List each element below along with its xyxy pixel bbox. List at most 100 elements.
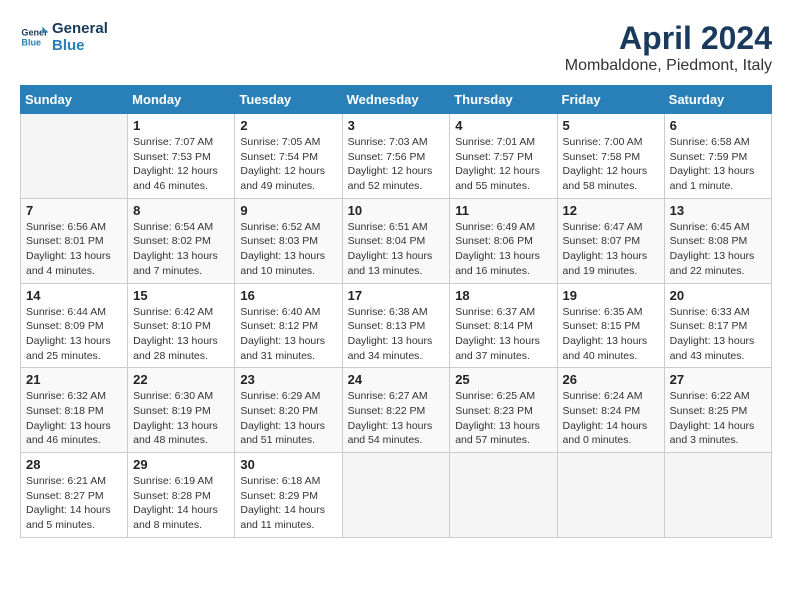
logo-blue: Blue: [52, 37, 108, 54]
day-info: Sunrise: 6:27 AMSunset: 8:22 PMDaylight:…: [348, 389, 445, 448]
calendar-cell: 20Sunrise: 6:33 AMSunset: 8:17 PMDayligh…: [664, 283, 771, 368]
day-number: 1: [133, 118, 229, 133]
logo-icon: General Blue: [20, 23, 48, 51]
day-info: Sunrise: 6:58 AMSunset: 7:59 PMDaylight:…: [670, 135, 766, 194]
day-info: Sunrise: 7:00 AMSunset: 7:58 PMDaylight:…: [563, 135, 659, 194]
day-info: Sunrise: 6:51 AMSunset: 8:04 PMDaylight:…: [348, 220, 445, 279]
header: General Blue General Blue April 2024 Mom…: [20, 20, 772, 75]
calendar-cell: 7 Sunrise: 6:56 AMSunset: 8:01 PMDaylight…: [21, 198, 128, 283]
calendar-cell: 1 Sunrise: 7:07 AMSunset: 7:53 PMDaylight…: [128, 114, 235, 199]
day-number: 26: [563, 372, 659, 387]
day-number: 30: [240, 457, 336, 472]
calendar-cell: 18 Sunrise: 6:37 AMSunset: 8:14 PMDayligh…: [450, 283, 557, 368]
col-header-friday: Friday: [557, 86, 664, 114]
location: Mombaldone, Piedmont, Italy: [565, 57, 772, 75]
calendar-cell: 26Sunrise: 6:24 AMSunset: 8:24 PMDayligh…: [557, 368, 664, 453]
calendar-cell: 30Sunrise: 6:18 AMSunset: 8:29 PMDayligh…: [235, 453, 342, 538]
day-number: 24: [348, 372, 445, 387]
calendar-cell: 13 Sunrise: 6:45 AMSunset: 8:08 PMDayligh…: [664, 198, 771, 283]
day-number: 4: [455, 118, 551, 133]
calendar-cell: 3 Sunrise: 7:03 AMSunset: 7:56 PMDaylight…: [342, 114, 450, 199]
day-info: Sunrise: 6:38 AMSunset: 8:13 PMDaylight:…: [348, 305, 445, 364]
calendar-cell: 5 Sunrise: 7:00 AMSunset: 7:58 PMDaylight…: [557, 114, 664, 199]
day-number: 18: [455, 288, 551, 303]
calendar-cell: 6 Sunrise: 6:58 AMSunset: 7:59 PMDaylight…: [664, 114, 771, 199]
day-info: Sunrise: 6:56 AMSunset: 8:01 PMDaylight:…: [26, 220, 122, 279]
day-number: 2: [240, 118, 336, 133]
month-title: April 2024: [565, 20, 772, 57]
col-header-sunday: Sunday: [21, 86, 128, 114]
day-number: 25: [455, 372, 551, 387]
col-header-tuesday: Tuesday: [235, 86, 342, 114]
day-info: Sunrise: 6:40 AMSunset: 8:12 PMDaylight:…: [240, 305, 336, 364]
day-number: 27: [670, 372, 766, 387]
calendar-cell: 12 Sunrise: 6:47 AMSunset: 8:07 PMDayligh…: [557, 198, 664, 283]
calendar-cell: 4 Sunrise: 7:01 AMSunset: 7:57 PMDaylight…: [450, 114, 557, 199]
day-number: 22: [133, 372, 229, 387]
day-number: 5: [563, 118, 659, 133]
calendar-cell: 23Sunrise: 6:29 AMSunset: 8:20 PMDayligh…: [235, 368, 342, 453]
calendar-cell: 11Sunrise: 6:49 AMSunset: 8:06 PMDayligh…: [450, 198, 557, 283]
col-header-saturday: Saturday: [664, 86, 771, 114]
day-info: Sunrise: 6:42 AMSunset: 8:10 PMDaylight:…: [133, 305, 229, 364]
day-info: Sunrise: 6:19 AMSunset: 8:28 PMDaylight:…: [133, 474, 229, 533]
calendar-cell: [21, 114, 128, 199]
calendar-cell: [342, 453, 450, 538]
calendar-cell: [557, 453, 664, 538]
day-info: Sunrise: 6:54 AMSunset: 8:02 PMDaylight:…: [133, 220, 229, 279]
calendar-cell: 25 Sunrise: 6:25 AMSunset: 8:23 PMDayligh…: [450, 368, 557, 453]
day-number: 6: [670, 118, 766, 133]
day-number: 15: [133, 288, 229, 303]
calendar-cell: 24 Sunrise: 6:27 AMSunset: 8:22 PMDayligh…: [342, 368, 450, 453]
week-row-1: 1 Sunrise: 7:07 AMSunset: 7:53 PMDaylight…: [21, 114, 772, 199]
calendar-cell: 29Sunrise: 6:19 AMSunset: 8:28 PMDayligh…: [128, 453, 235, 538]
calendar-cell: [450, 453, 557, 538]
calendar-cell: 15 Sunrise: 6:42 AMSunset: 8:10 PMDayligh…: [128, 283, 235, 368]
day-info: Sunrise: 6:49 AMSunset: 8:06 PMDaylight:…: [455, 220, 551, 279]
day-info: Sunrise: 6:30 AMSunset: 8:19 PMDaylight:…: [133, 389, 229, 448]
day-info: Sunrise: 6:45 AMSunset: 8:08 PMDaylight:…: [670, 220, 766, 279]
day-info: Sunrise: 6:35 AMSunset: 8:15 PMDaylight:…: [563, 305, 659, 364]
week-row-4: 21 Sunrise: 6:32 AMSunset: 8:18 PMDayligh…: [21, 368, 772, 453]
week-row-3: 14 Sunrise: 6:44 AMSunset: 8:09 PMDayligh…: [21, 283, 772, 368]
day-number: 14: [26, 288, 122, 303]
day-info: Sunrise: 7:01 AMSunset: 7:57 PMDaylight:…: [455, 135, 551, 194]
day-number: 19: [563, 288, 659, 303]
day-number: 10: [348, 203, 445, 218]
calendar-cell: 21 Sunrise: 6:32 AMSunset: 8:18 PMDayligh…: [21, 368, 128, 453]
day-info: Sunrise: 6:37 AMSunset: 8:14 PMDaylight:…: [455, 305, 551, 364]
week-row-2: 7 Sunrise: 6:56 AMSunset: 8:01 PMDaylight…: [21, 198, 772, 283]
day-number: 12: [563, 203, 659, 218]
calendar-cell: 19 Sunrise: 6:35 AMSunset: 8:15 PMDayligh…: [557, 283, 664, 368]
col-header-thursday: Thursday: [450, 86, 557, 114]
day-info: Sunrise: 6:44 AMSunset: 8:09 PMDaylight:…: [26, 305, 122, 364]
day-info: Sunrise: 7:05 AMSunset: 7:54 PMDaylight:…: [240, 135, 336, 194]
day-number: 21: [26, 372, 122, 387]
day-number: 8: [133, 203, 229, 218]
calendar-cell: 27Sunrise: 6:22 AMSunset: 8:25 PMDayligh…: [664, 368, 771, 453]
col-header-monday: Monday: [128, 86, 235, 114]
calendar-cell: 10 Sunrise: 6:51 AMSunset: 8:04 PMDayligh…: [342, 198, 450, 283]
day-number: 7: [26, 203, 122, 218]
day-info: Sunrise: 6:47 AMSunset: 8:07 PMDaylight:…: [563, 220, 659, 279]
day-number: 13: [670, 203, 766, 218]
logo-general: General: [52, 20, 108, 37]
day-info: Sunrise: 7:03 AMSunset: 7:56 PMDaylight:…: [348, 135, 445, 194]
calendar-cell: 9Sunrise: 6:52 AMSunset: 8:03 PMDaylight…: [235, 198, 342, 283]
col-header-wednesday: Wednesday: [342, 86, 450, 114]
day-info: Sunrise: 6:25 AMSunset: 8:23 PMDaylight:…: [455, 389, 551, 448]
day-info: Sunrise: 7:07 AMSunset: 7:53 PMDaylight:…: [133, 135, 229, 194]
calendar-table: SundayMondayTuesdayWednesdayThursdayFrid…: [20, 85, 772, 538]
title-area: April 2024 Mombaldone, Piedmont, Italy: [565, 20, 772, 75]
calendar-cell: [664, 453, 771, 538]
week-row-5: 28 Sunrise: 6:21 AMSunset: 8:27 PMDayligh…: [21, 453, 772, 538]
day-number: 3: [348, 118, 445, 133]
day-info: Sunrise: 6:21 AMSunset: 8:27 PMDaylight:…: [26, 474, 122, 533]
svg-text:Blue: Blue: [21, 37, 41, 47]
calendar-cell: 2 Sunrise: 7:05 AMSunset: 7:54 PMDaylight…: [235, 114, 342, 199]
day-info: Sunrise: 6:52 AMSunset: 8:03 PMDaylight:…: [240, 220, 336, 279]
calendar-cell: 16Sunrise: 6:40 AMSunset: 8:12 PMDayligh…: [235, 283, 342, 368]
day-info: Sunrise: 6:32 AMSunset: 8:18 PMDaylight:…: [26, 389, 122, 448]
day-number: 28: [26, 457, 122, 472]
calendar-cell: 22 Sunrise: 6:30 AMSunset: 8:19 PMDayligh…: [128, 368, 235, 453]
